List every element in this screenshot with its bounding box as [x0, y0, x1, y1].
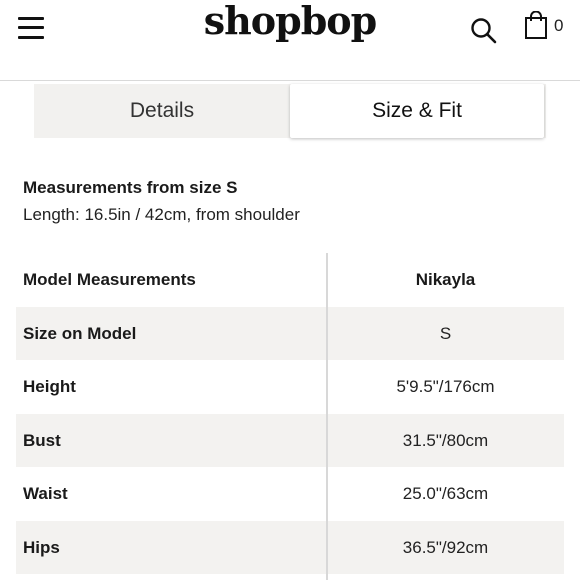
- table-row: Height 5'9.5"/176cm: [16, 360, 564, 414]
- table-header-row: Model Measurements Nikayla: [16, 253, 564, 307]
- row-label: Bust: [23, 430, 61, 450]
- site-header: shopbop 0: [0, 0, 580, 81]
- row-label: Height: [23, 377, 76, 396]
- tab-size-and-fit[interactable]: Size & Fit: [290, 84, 544, 138]
- table-row: Hips 36.5"/92cm: [16, 520, 564, 574]
- search-icon[interactable]: [470, 16, 498, 44]
- measurements-length: Length: 16.5in / 42cm, from shoulder: [23, 205, 300, 224]
- table-row: Bust 31.5"/80cm: [16, 413, 564, 467]
- column-divider: [326, 253, 328, 580]
- model-name: Nikayla: [415, 270, 476, 289]
- table-row: Waist 25.0"/63cm: [16, 467, 564, 521]
- row-label: Waist: [23, 484, 68, 503]
- tab-bar: Details Size & Fit: [0, 84, 580, 140]
- row-value: S: [439, 323, 452, 343]
- row-label: Hips: [23, 537, 60, 557]
- row-value: 5'9.5"/176cm: [396, 377, 495, 396]
- row-value: 25.0"/63cm: [402, 484, 489, 503]
- row-label: Size on Model: [23, 323, 137, 343]
- tab-details[interactable]: Details: [34, 84, 290, 138]
- row-value: 36.5"/92cm: [402, 537, 489, 557]
- table-row: Size on Model S: [16, 306, 564, 360]
- shopping-bag-icon[interactable]: [522, 10, 552, 41]
- row-value: 31.5"/80cm: [402, 430, 489, 450]
- page: shopbop 0 Details Size & Fit Measurement…: [0, 0, 580, 580]
- bag-count: 0: [554, 16, 564, 35]
- tabs-container: Details Size & Fit: [34, 84, 546, 138]
- table-header-label: Model Measurements: [23, 270, 196, 289]
- measurements-title: Measurements from size S: [23, 178, 238, 197]
- model-measurements-table: Model Measurements Nikayla Size on Model…: [16, 253, 564, 580]
